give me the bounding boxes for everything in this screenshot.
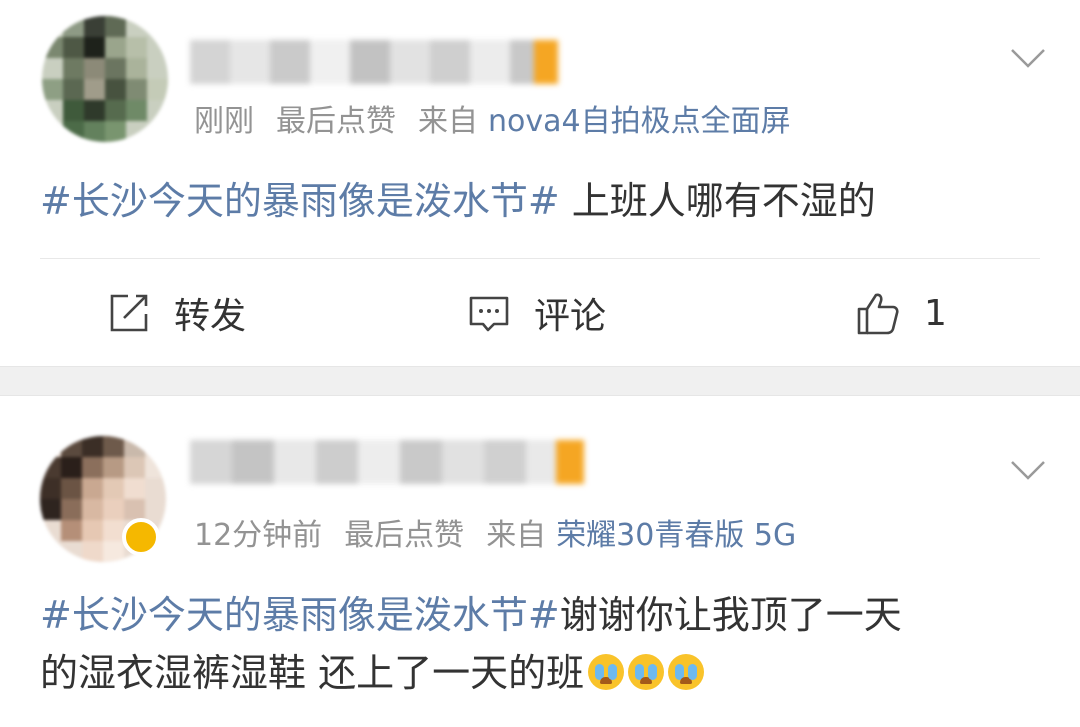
post-time: 12分钟前 — [194, 518, 323, 553]
username-blurred[interactable] — [190, 440, 610, 484]
post-source[interactable]: nova4自拍极点全面屏 — [488, 104, 791, 139]
post-meta: 刚刚 最后点赞 来自 nova4自拍极点全面屏 — [194, 102, 791, 142]
username-blurred[interactable] — [190, 40, 570, 84]
post-text: 上班人哪有不湿的 — [559, 179, 876, 223]
repost-label: 转发 — [174, 296, 247, 337]
post-content: #长沙今天的暴雨像是泼水节# 上班人哪有不湿的 — [40, 172, 1050, 230]
repost-button[interactable]: 转发 — [106, 260, 246, 366]
divider — [40, 258, 1040, 259]
crying-emoji — [628, 654, 665, 690]
crying-emoji — [668, 654, 705, 690]
post-text-continued: 的湿衣湿裤湿鞋 还上了一天的班 — [40, 651, 585, 695]
post-content: #长沙今天的暴雨像是泼水节#谢谢你让我顶了一天 的湿衣湿裤湿鞋 还上了一天的班 — [40, 586, 1050, 702]
post-text-line-2: 的湿衣湿裤湿鞋 还上了一天的班 — [40, 644, 1050, 702]
comment-icon — [469, 296, 509, 332]
topic-link[interactable]: #长沙今天的暴雨像是泼水节# — [40, 593, 560, 637]
comment-label: 评论 — [534, 296, 607, 337]
post-source[interactable]: 荣耀30青春版 5G — [556, 518, 796, 553]
avatar[interactable] — [42, 16, 168, 142]
weibo-post-2: 12分钟前 最后点赞 来自 荣耀30青春版 5G #长沙今天的暴雨像是泼水节#谢谢你让… — [0, 396, 1080, 727]
post-text: 谢谢你让我顶了一天 — [559, 593, 902, 637]
post-meta: 12分钟前 最后点赞 来自 荣耀30青春版 5G — [194, 516, 796, 556]
topic-link[interactable]: #长沙今天的暴雨像是泼水节# — [40, 179, 560, 223]
post-time: 刚刚 — [194, 104, 254, 139]
verified-badge — [122, 518, 160, 556]
like-button[interactable]: 1 — [854, 260, 947, 366]
last-like-note: 最后点赞 — [276, 104, 396, 139]
post-separator — [0, 366, 1080, 396]
crying-emoji — [588, 654, 625, 690]
weibo-post-1: 刚刚 最后点赞 来自 nova4自拍极点全面屏 #长沙今天的暴雨像是泼水节# 上班人哪… — [0, 0, 1080, 366]
chevron-down-icon[interactable] — [1008, 38, 1048, 78]
post-text-line-1: #长沙今天的暴雨像是泼水节#谢谢你让我顶了一天 — [40, 586, 1050, 644]
source-prefix: 来自 — [486, 518, 547, 553]
source-prefix: 来自 — [418, 104, 478, 139]
last-like-note: 最后点赞 — [344, 518, 465, 553]
thumbs-up-icon — [857, 293, 899, 335]
post-actions: 转发 评论 1 — [0, 260, 1080, 366]
like-count: 1 — [924, 292, 947, 334]
comment-button[interactable]: 评论 — [466, 260, 606, 366]
repost-icon — [110, 294, 148, 332]
chevron-down-icon[interactable] — [1008, 450, 1048, 490]
